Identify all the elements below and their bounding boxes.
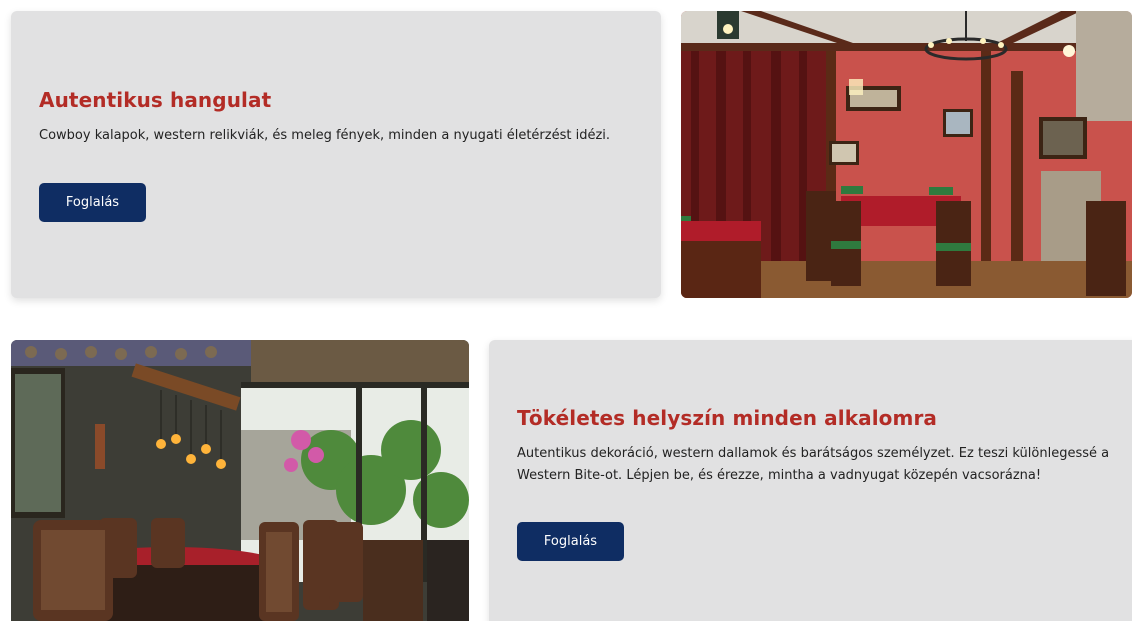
feature-title: Autentikus hangulat	[39, 88, 272, 112]
feature-card-occasion: Tökéletes helyszín minden alkalomra Aute…	[489, 340, 1132, 621]
booking-button[interactable]: Foglalás	[39, 183, 146, 222]
feature-title: Tökéletes helyszín minden alkalomra	[517, 406, 938, 430]
feature-card-atmosphere: Autentikus hangulat Cowboy kalapok, west…	[11, 11, 661, 298]
restaurant-dining-photo	[11, 340, 469, 621]
feature-description: Autentikus dekoráció, western dallamok é…	[517, 446, 1110, 483]
restaurant-interior-photo	[681, 11, 1132, 298]
booking-button[interactable]: Foglalás	[517, 522, 624, 561]
feature-description: Cowboy kalapok, western relikviák, és me…	[39, 128, 611, 143]
